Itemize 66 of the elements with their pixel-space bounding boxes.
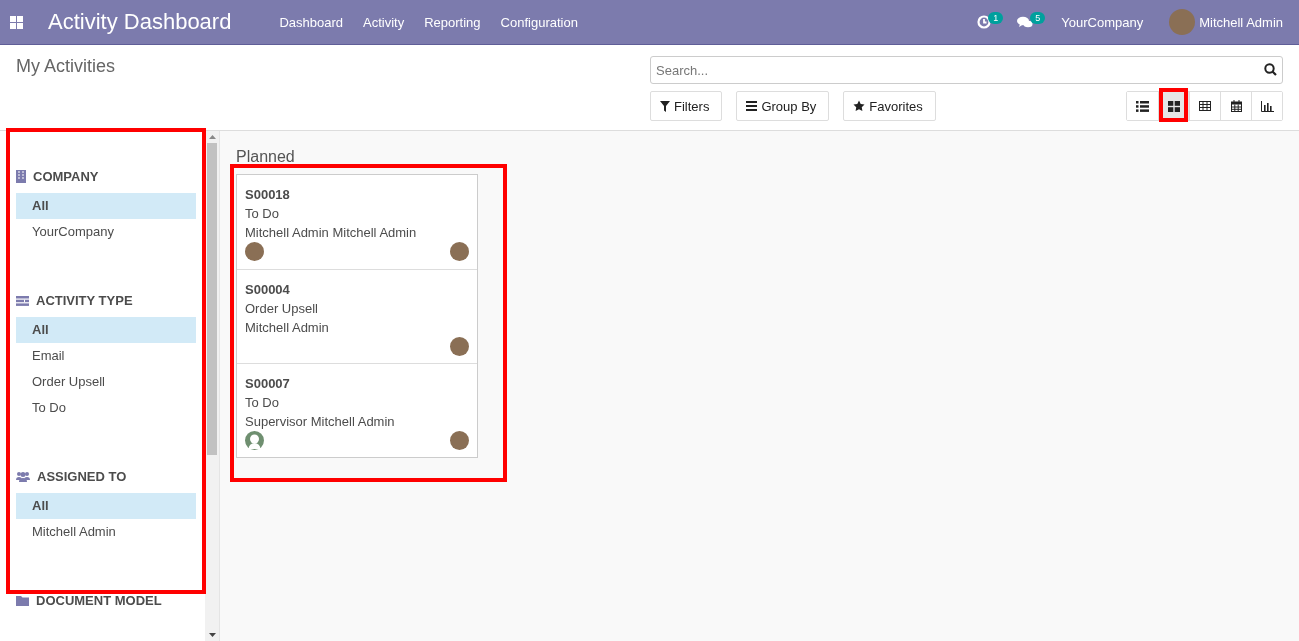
tasks-icon	[16, 295, 29, 306]
avatar-photo	[450, 431, 469, 450]
filter-section-title: ASSIGNED TO	[37, 469, 127, 484]
search-option-button[interactable]: Filters	[650, 91, 723, 121]
users-icon	[16, 471, 30, 482]
search-icon[interactable]	[1264, 63, 1277, 76]
message-count-badge: 5	[1030, 12, 1046, 24]
highlight-frame	[1159, 88, 1188, 122]
page-title: My Activities	[16, 56, 116, 76]
card-assignees: Mitchell Admin Mitchell Admin	[245, 224, 418, 242]
activity-card[interactable]: S00004 Order Upsell Mitchell Admin	[237, 269, 477, 363]
chat-icon[interactable]	[1017, 15, 1034, 29]
filter-item[interactable]: All	[16, 493, 196, 519]
card-reference: S00007	[245, 375, 291, 393]
list-icon	[1136, 100, 1149, 112]
activity-count-badge: 1	[988, 12, 1004, 24]
filter-item[interactable]: Mitchell Admin	[16, 519, 196, 545]
avatar-photo	[450, 242, 469, 261]
person-avatar-icon	[245, 431, 264, 450]
menu-icon	[746, 101, 758, 111]
scroll-up-icon[interactable]	[208, 135, 216, 139]
view-switch-button[interactable]	[1251, 92, 1282, 120]
activity-card[interactable]: S00018 To Do Mitchell Admin Mitchell Admin	[237, 175, 477, 269]
search-option-button[interactable]: Group By	[736, 91, 830, 121]
apps-menu-icon[interactable]	[10, 15, 23, 29]
filter-item[interactable]: Email	[16, 343, 196, 369]
filter-item[interactable]: All	[16, 193, 196, 219]
building-icon	[16, 170, 26, 183]
kanban-column-title: Planned	[236, 148, 296, 166]
card-reference: S00004	[245, 281, 291, 299]
clock-icon[interactable]	[977, 15, 992, 29]
filter-item[interactable]: All	[16, 317, 196, 343]
card-activity-type: To Do	[245, 394, 280, 412]
activity-card[interactable]: S00007 To Do Supervisor Mitchell Admin	[237, 363, 477, 457]
filter-icon	[660, 100, 670, 112]
search-field[interactable]: Search...	[650, 56, 1283, 84]
folder-icon	[16, 595, 29, 606]
card-assignees: Mitchell Admin	[245, 319, 330, 337]
scroll-down-icon[interactable]	[208, 633, 216, 637]
filter-section-title: ACTIVITY TYPE	[36, 293, 133, 308]
grid-icon	[1168, 100, 1180, 112]
filter-section-title: DOCUMENT MODEL	[36, 593, 162, 608]
card-assignees: Supervisor Mitchell Admin	[245, 413, 396, 431]
avatar-photo	[245, 242, 264, 261]
card-activity-type: Order Upsell	[245, 300, 319, 318]
card-reference: S00018	[245, 186, 291, 204]
filter-item[interactable]: YourCompany	[16, 219, 196, 245]
table-icon	[1199, 101, 1211, 111]
menu-link[interactable]: Activity	[363, 14, 405, 30]
avatar-photo	[450, 337, 469, 356]
calendar-icon	[1230, 100, 1242, 112]
menu-link[interactable]: Reporting	[424, 14, 481, 30]
app-title: Activity Dashboard	[48, 9, 232, 35]
user-menu[interactable]: Mitchell Admin	[1199, 14, 1283, 30]
menu-link[interactable]: Dashboard	[279, 14, 344, 30]
scrollbar-thumb[interactable]	[207, 143, 217, 455]
user-avatar-photo	[1169, 9, 1196, 35]
menu-link[interactable]: Configuration	[500, 14, 578, 30]
card-activity-type: To Do	[245, 205, 280, 223]
company-switcher[interactable]: YourCompany	[1061, 14, 1144, 30]
filter-item[interactable]: Order Upsell	[16, 369, 196, 395]
filter-item[interactable]: To Do	[16, 395, 196, 421]
bar-chart-icon	[1260, 100, 1274, 112]
star-icon	[853, 100, 866, 112]
search-option-button[interactable]: Favorites	[843, 91, 936, 121]
filter-section-title: COMPANY	[33, 169, 99, 184]
